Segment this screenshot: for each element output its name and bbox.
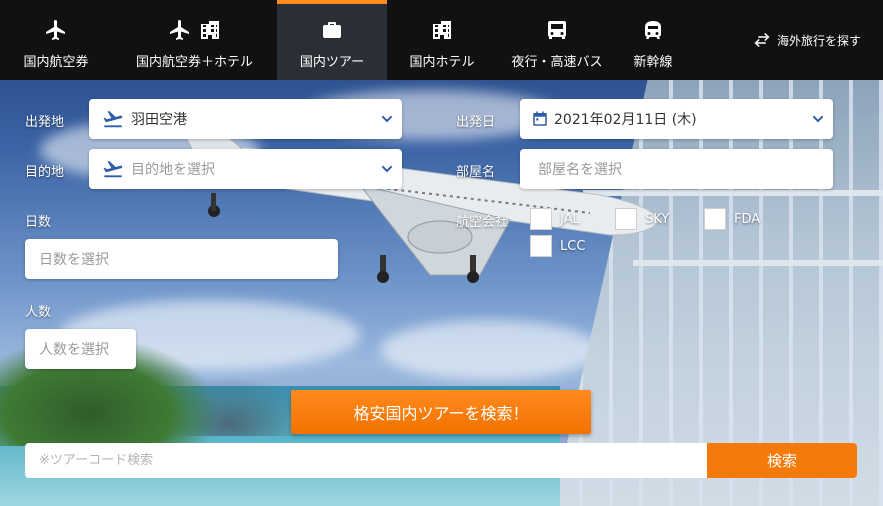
takeoff-icon: [103, 161, 123, 178]
tab-domestic-hotel[interactable]: 国内ホテル: [387, 0, 497, 80]
room-select[interactable]: 部屋名を選択: [520, 149, 833, 189]
checkbox-label: JAL: [560, 211, 580, 227]
suitcase-icon: [323, 21, 341, 38]
tour-code-input[interactable]: [25, 443, 707, 478]
date-picker[interactable]: 2021年02月11日 (木): [520, 99, 833, 139]
tab-label: 国内ツアー: [299, 54, 365, 70]
destination-label: 目的地: [25, 165, 65, 180]
tab-domestic-flights[interactable]: 国内航空券: [0, 0, 112, 80]
checkbox-label: LCC: [560, 238, 586, 254]
tab-flight-hotel[interactable]: 国内航空券＋ホテル: [112, 0, 277, 80]
airplane-icon: [46, 19, 65, 40]
people-label: 人数: [25, 305, 52, 320]
people-placeholder: 人数を選択: [39, 342, 109, 358]
takeoff-icon: [103, 111, 123, 128]
airline-checkbox-fda[interactable]: FDA: [704, 208, 760, 230]
hotel-icon: [433, 20, 451, 39]
departure-label: 出発地: [25, 115, 65, 130]
departure-value: 羽田空港: [131, 112, 187, 128]
bus-icon: [548, 20, 566, 39]
tour-code-search: 検索: [25, 443, 857, 478]
checkbox[interactable]: [704, 208, 726, 230]
tab-label: 国内航空券: [23, 54, 89, 70]
departure-select[interactable]: 羽田空港: [89, 99, 402, 139]
tab-domestic-tour[interactable]: 国内ツアー: [277, 0, 387, 80]
checkbox[interactable]: [530, 208, 552, 230]
destination-placeholder: 目的地を選択: [131, 162, 215, 178]
airline-checkbox-lcc[interactable]: LCC: [530, 235, 585, 257]
airline-checkbox-jal[interactable]: JAL: [530, 208, 580, 230]
tab-label: 国内ホテル: [409, 54, 475, 70]
overseas-link[interactable]: 海外旅行を探す: [753, 0, 883, 80]
checkbox[interactable]: [530, 235, 552, 257]
destination-select[interactable]: 目的地を選択: [89, 149, 402, 189]
chevron-down-icon: [381, 165, 393, 173]
room-placeholder: 部屋名を選択: [538, 162, 622, 178]
tour-search-button[interactable]: 格安国内ツアーを検索！: [291, 390, 591, 434]
calendar-icon: [533, 111, 547, 126]
chevron-down-icon: [381, 115, 393, 123]
airline-checkbox-sky[interactable]: SKY: [615, 208, 669, 230]
checkbox-label: FDA: [734, 211, 761, 227]
date-value: 2021年02月11日 (木): [554, 112, 697, 128]
product-nav: 国内航空券 国内航空券＋ホテル 国内ツアー 国内ホテル 夜行・高速バス 新幹線 …: [0, 0, 883, 80]
chevron-down-icon: [812, 115, 824, 123]
tab-label: 新幹線: [633, 54, 673, 70]
tab-shinkansen[interactable]: 新幹線: [617, 0, 689, 80]
tab-label: 夜行・高速バス: [511, 54, 603, 70]
tour-code-search-button[interactable]: 検索: [707, 443, 857, 478]
checkbox-label: SKY: [645, 211, 670, 227]
train-icon: [645, 20, 661, 39]
room-label: 部屋名: [456, 165, 496, 180]
swap-arrows-icon: [754, 32, 770, 48]
date-label: 出発日: [456, 115, 496, 130]
days-select[interactable]: 日数を選択: [25, 239, 338, 279]
tab-bus[interactable]: 夜行・高速バス: [497, 0, 617, 80]
days-label: 日数: [25, 215, 52, 230]
people-select[interactable]: 人数を選択: [25, 329, 136, 369]
airplane-icon: [169, 19, 189, 40]
overseas-label: 海外旅行を探す: [776, 33, 861, 48]
tab-label: 国内航空券＋ホテル: [135, 54, 253, 70]
hotel-icon: [200, 20, 219, 39]
checkbox[interactable]: [615, 208, 637, 230]
airline-label: 航空会社: [456, 215, 509, 230]
days-placeholder: 日数を選択: [39, 252, 109, 268]
